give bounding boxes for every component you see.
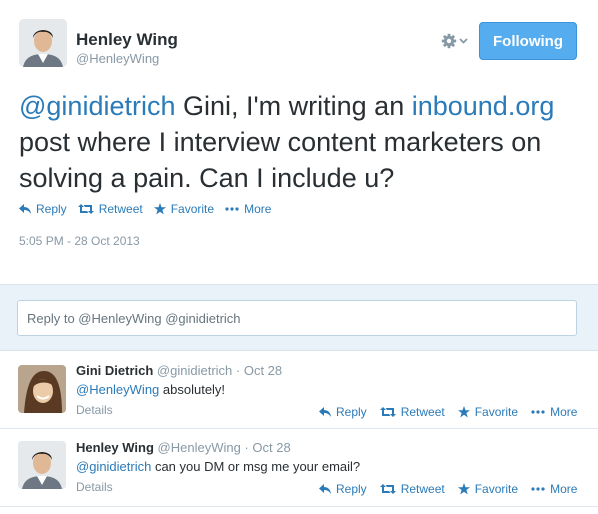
reply-area: Reply to @HenleyWing @ginidietrich <box>0 284 598 351</box>
tweet-url-link[interactable]: inbound.org <box>412 91 555 121</box>
reply-tweet[interactable]: Gini Dietrich @ginidietrich · Oct 28 @He… <box>0 351 598 429</box>
reply-actions: Reply Retweet Favorite More <box>319 405 577 419</box>
author-name[interactable]: Henley Wing <box>76 30 178 50</box>
reply-separator: · <box>232 363 244 378</box>
reply-actions: Reply Retweet Favorite More <box>319 482 577 496</box>
reply-date[interactable]: Oct 28 <box>244 363 282 378</box>
reply-body: can you DM or msg me your email? <box>151 459 361 474</box>
tweet-text: @ginidietrich Gini, I'm writing an inbou… <box>19 88 579 196</box>
reply-separator: · <box>240 440 253 455</box>
reply-date[interactable]: Oct 28 <box>252 440 290 455</box>
retweet-label: Retweet <box>98 202 143 216</box>
more-dots-icon <box>225 207 239 211</box>
reply-author-handle[interactable]: @HenleyWing <box>158 440 241 455</box>
settings-menu-button[interactable] <box>441 33 471 49</box>
more-action[interactable]: More <box>225 202 271 216</box>
favorite-label: Favorite <box>474 482 519 496</box>
reply-action[interactable]: Reply <box>319 482 367 496</box>
star-icon <box>457 483 470 495</box>
reply-input[interactable]: Reply to @HenleyWing @ginidietrich <box>17 300 577 336</box>
more-dots-icon <box>531 410 545 414</box>
reply-label: Reply <box>336 482 367 496</box>
favorite-action[interactable]: Favorite <box>153 202 215 216</box>
settings-gear-icon <box>441 33 457 49</box>
reply-arrow-icon <box>319 407 331 417</box>
retweet-action[interactable]: Retweet <box>77 202 143 216</box>
retweet-icon <box>77 204 94 214</box>
favorite-label: Favorite <box>474 405 519 419</box>
reply-avatar[interactable] <box>18 365 66 413</box>
more-action[interactable]: More <box>531 482 577 496</box>
reply-details-link[interactable]: Details <box>76 480 113 494</box>
reply-mention-link[interactable]: @HenleyWing <box>76 382 159 397</box>
tweet-mention-link[interactable]: @ginidietrich <box>19 91 175 121</box>
retweet-label: Retweet <box>400 482 445 496</box>
reply-author-handle[interactable]: @ginidietrich <box>157 363 232 378</box>
tweet-actions: Reply Retweet Favorite More <box>19 202 282 216</box>
retweet-action[interactable]: Retweet <box>379 482 445 496</box>
reply-details-link[interactable]: Details <box>76 403 113 417</box>
more-label: More <box>550 405 578 419</box>
more-action[interactable]: More <box>531 405 577 419</box>
tweet-text-part2: post where I interview content marketers… <box>19 127 542 193</box>
reply-action[interactable]: Reply <box>19 202 67 216</box>
reply-arrow-icon <box>319 484 331 494</box>
reply-label: Reply <box>36 202 67 216</box>
favorite-action[interactable]: Favorite <box>457 482 519 496</box>
star-icon <box>153 203 166 215</box>
main-tweet: Henley Wing @HenleyWing Following @ginid… <box>0 0 598 284</box>
more-dots-icon <box>531 487 545 491</box>
retweet-action[interactable]: Retweet <box>379 405 445 419</box>
more-label: More <box>244 202 272 216</box>
retweet-icon <box>379 484 396 494</box>
reply-text: @HenleyWing absolutely! <box>76 382 225 397</box>
reply-mention-link[interactable]: @ginidietrich <box>76 459 151 474</box>
tweet-text-part1: Gini, I'm writing an <box>175 91 412 121</box>
reply-tweet[interactable]: Henley Wing @HenleyWing · Oct 28 @ginidi… <box>0 429 598 507</box>
reply-header: Gini Dietrich @ginidietrich · Oct 28 <box>76 363 282 378</box>
reply-arrow-icon <box>19 204 31 214</box>
following-button[interactable]: Following <box>479 22 577 60</box>
favorite-label: Favorite <box>170 202 215 216</box>
tweet-timestamp[interactable]: 5:05 PM - 28 Oct 2013 <box>19 234 140 248</box>
reply-author-name[interactable]: Henley Wing <box>76 440 154 455</box>
reply-action[interactable]: Reply <box>319 405 367 419</box>
star-icon <box>457 406 470 418</box>
author-avatar[interactable] <box>19 19 67 67</box>
chevron-down-icon <box>459 38 468 44</box>
reply-body: absolutely! <box>159 382 226 397</box>
reply-text: @ginidietrich can you DM or msg me your … <box>76 459 360 474</box>
more-label: More <box>550 482 578 496</box>
reply-author-name[interactable]: Gini Dietrich <box>76 363 153 378</box>
favorite-action[interactable]: Favorite <box>457 405 519 419</box>
retweet-label: Retweet <box>400 405 445 419</box>
retweet-icon <box>379 407 396 417</box>
reply-header: Henley Wing @HenleyWing · Oct 28 <box>76 440 291 455</box>
reply-label: Reply <box>336 405 367 419</box>
reply-avatar[interactable] <box>18 441 66 489</box>
author-handle[interactable]: @HenleyWing <box>76 51 159 66</box>
